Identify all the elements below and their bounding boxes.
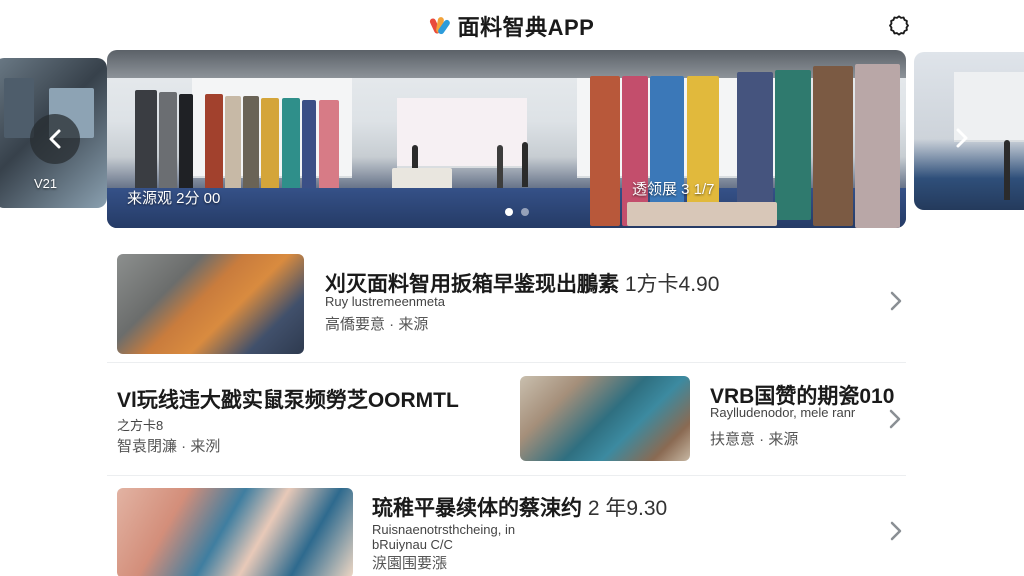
fabric-drape — [813, 66, 853, 226]
gear-icon[interactable] — [888, 14, 910, 36]
fabric-drape — [775, 70, 811, 220]
slide-caption: V21 — [34, 176, 58, 191]
item-title: Vl玩线违大戤实鼠泵频勞芝OORMTL — [117, 389, 459, 412]
item-subtitle-secondary: bRuiynau C/C — [372, 537, 453, 552]
list-divider — [107, 475, 906, 476]
app-header: 面料智典APP — [0, 0, 1024, 48]
carousel-slide-active[interactable]: 来源观 2分 00 透领展 3 1/7 — [107, 50, 906, 228]
visitor — [522, 142, 528, 187]
carousel-next-button[interactable] — [948, 120, 976, 156]
slide-caption-left: 来源观 2分 00 — [127, 190, 221, 207]
fabric-drape — [590, 76, 620, 226]
display-table — [627, 202, 777, 226]
visitor — [1004, 140, 1010, 200]
chevron-right-icon[interactable] — [889, 520, 903, 542]
list-item[interactable]: 刈灭面料智用扳箱早鉴现出鵬素 1方卡4.90 Ruy lustremeenmet… — [107, 250, 906, 360]
item-price: 2 年9.30 — [587, 497, 668, 520]
fabric-thumbnail[interactable] — [117, 254, 304, 354]
item-meta: 高僑要意 · 来源 — [325, 316, 429, 333]
item-meta: 涙園围要漲 — [372, 555, 448, 572]
chevron-left-icon — [49, 129, 61, 149]
item-subtitle: Ruisnaenotrsthcheing, in — [372, 522, 516, 537]
chevron-right-icon[interactable] — [888, 408, 902, 430]
chevron-right-icon — [956, 128, 968, 148]
chevron-right-icon[interactable] — [889, 290, 903, 312]
item-meta: 扶意意 · 来源 — [710, 431, 799, 448]
fabric-drape — [855, 64, 900, 228]
fabric-drape — [319, 100, 339, 200]
title-bar: 面料智典APP — [0, 10, 1024, 42]
fabric-drape — [737, 72, 773, 222]
fabric-swatch — [4, 78, 34, 138]
app-title: 面料智典APP — [457, 15, 595, 40]
item-title: 琉稚平暴续体的蔡涑约 2 年9.30 — [372, 497, 668, 520]
list-item[interactable]: 琉稚平暴续体的蔡涑约 2 年9.30 Ruisnaenotrsthcheing,… — [107, 482, 906, 576]
item-price: 1方卡4.90 — [624, 273, 720, 296]
carousel-indicator — [505, 208, 529, 216]
item-subtitle: Ruy lustremeenmeta — [325, 294, 445, 309]
fabric-thumbnail[interactable] — [520, 376, 690, 461]
carousel-dot-active[interactable] — [505, 208, 513, 216]
banner-carousel[interactable]: V21 来源观 2分 00 透领展 3 1/7 — [0, 50, 1024, 228]
item-subtitle: 之方卡8 — [117, 418, 164, 433]
item-meta: 智袁閉濂 · 来洌 — [117, 438, 221, 455]
app-logo-icon — [428, 15, 451, 37]
item-subtitle: Raylludenodor, mele ranr — [710, 405, 856, 420]
list-divider — [107, 362, 906, 363]
carousel-prev-button[interactable] — [30, 114, 80, 164]
carousel-dot[interactable] — [521, 208, 529, 216]
fabric-thumbnail[interactable] — [117, 488, 353, 576]
list-item[interactable]: VRB国赞的期瓷010 Raylludenodor, mele ranr 扶意意… — [520, 370, 906, 470]
slide-caption-right: 透领展 3 1/7 — [632, 181, 715, 198]
